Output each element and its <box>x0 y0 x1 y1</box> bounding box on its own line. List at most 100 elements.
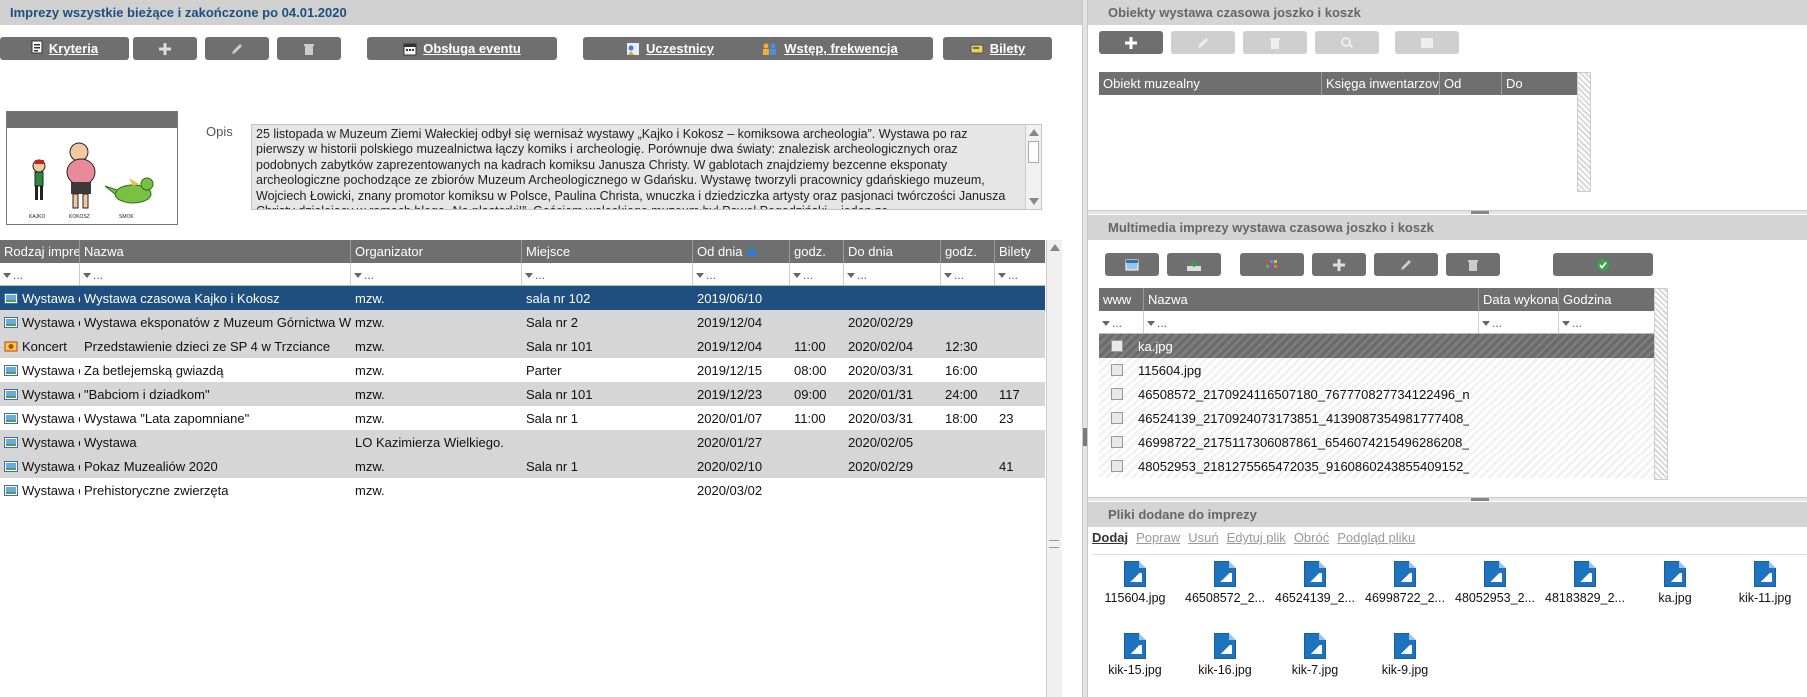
event-thumbnail[interactable]: KAJKO KOKOSZ SMOK <box>6 111 178 225</box>
entry-attendance-button[interactable]: Wstęp, frekwencja <box>727 37 933 60</box>
remove-file-link[interactable]: Usuń <box>1188 530 1218 545</box>
col-header-time-to[interactable]: godz. <box>941 240 995 263</box>
objects-scrollbar[interactable] <box>1577 72 1591 192</box>
table-row[interactable]: Wystawa c Wystawa czasowa Kajko i Kokosz m… <box>0 286 1045 310</box>
preview-object-button[interactable] <box>1315 31 1379 54</box>
edit-object-button[interactable] <box>1171 31 1235 54</box>
col-header-obj-from[interactable]: Od <box>1440 72 1502 95</box>
filter-organizer[interactable]: ... <box>351 263 522 285</box>
media-row[interactable]: ka.jpg <box>1099 334 1654 358</box>
multimedia-splitter[interactable] <box>1088 497 1807 501</box>
file-item[interactable]: kik-7.jpg <box>1272 633 1358 677</box>
www-checkbox[interactable] <box>1111 340 1123 352</box>
col-header-date[interactable]: Data wykona <box>1479 288 1559 311</box>
filter-time-from[interactable]: ... <box>790 263 844 285</box>
add-file-link[interactable]: Dodaj <box>1092 530 1128 545</box>
file-item[interactable]: kik-9.jpg <box>1362 633 1448 677</box>
table-row[interactable]: Wystawa c Prehistoryczne zwierzęta mzw. 202… <box>0 478 1045 502</box>
filter-time[interactable]: ... <box>1559 311 1654 333</box>
filter-to[interactable]: ... <box>844 263 941 285</box>
col-header-www[interactable]: www <box>1099 288 1144 311</box>
splitter-grip-icon[interactable] <box>1471 211 1489 214</box>
col-header-inventory[interactable]: Księga inwentarzov <box>1322 72 1440 95</box>
media-row[interactable]: 115604.jpg <box>1099 358 1654 382</box>
web-publish-button[interactable] <box>1105 253 1159 276</box>
add-object-button[interactable] <box>1099 31 1163 54</box>
edit-media-button[interactable] <box>1374 253 1438 276</box>
table-row[interactable]: Wystawa c "Babciom i dziadkom" mzw. Sala nr… <box>0 382 1045 406</box>
www-checkbox[interactable] <box>1111 364 1123 376</box>
multimedia-scrollbar[interactable] <box>1654 288 1668 480</box>
add-media-button[interactable] <box>1312 253 1366 276</box>
file-item[interactable]: 46508572_2... <box>1182 561 1268 605</box>
criteria-button[interactable]: Kryteria <box>0 37 129 60</box>
file-item[interactable]: kik-11.jpg <box>1722 561 1807 605</box>
filter-tickets[interactable]: ... <box>995 263 1045 285</box>
file-item[interactable]: 48052953_2... <box>1452 561 1538 605</box>
filter-type[interactable]: ... <box>0 263 80 285</box>
scroll-thumb[interactable] <box>1028 141 1039 163</box>
file-item[interactable]: 46998722_2... <box>1362 561 1448 605</box>
file-item[interactable]: 48183829_2... <box>1542 561 1628 605</box>
edit-file-link[interactable]: Edytuj plik <box>1227 530 1286 545</box>
table-row[interactable]: Wystawa c Wystawa LO Kazimierza Wielkiego.… <box>0 430 1045 454</box>
col-header-time[interactable]: Godzina <box>1559 288 1654 311</box>
col-header-media-name[interactable]: Nazwa <box>1144 288 1479 311</box>
scroll-grip-icon[interactable] <box>1049 540 1059 548</box>
tickets-button[interactable]: Bilety <box>943 37 1052 60</box>
media-row[interactable]: 46998722_2175117306087861_65460742154962… <box>1099 430 1654 454</box>
scroll-up-icon[interactable] <box>1029 129 1039 136</box>
table-row[interactable]: Wystawa c Wystawa "Lata zapomniane" mzw. Sa… <box>0 406 1045 430</box>
filter-time-to[interactable]: ... <box>941 263 995 285</box>
filter-date[interactable]: ... <box>1479 311 1559 333</box>
col-header-to[interactable]: Do dnia <box>844 240 941 263</box>
scroll-down-icon[interactable] <box>1029 198 1039 205</box>
table-row[interactable]: Wystawa c Wystawa eksponatów z Muzeum Gór… <box>0 310 1045 334</box>
file-item[interactable]: kik-16.jpg <box>1182 633 1268 677</box>
filter-www[interactable]: ... <box>1099 311 1144 333</box>
col-header-time-from[interactable]: godz. <box>790 240 844 263</box>
scroll-up-icon[interactable] <box>1050 244 1060 251</box>
col-header-type[interactable]: Rodzaj impre <box>0 240 80 263</box>
event-service-button[interactable]: Obsługa eventu <box>367 37 557 60</box>
col-header-obj-to[interactable]: Do <box>1502 72 1577 95</box>
grid-view-button[interactable] <box>1240 253 1304 276</box>
www-checkbox[interactable] <box>1111 412 1123 424</box>
col-header-tickets[interactable]: Bilety <box>995 240 1045 263</box>
filter-place[interactable]: ... <box>522 263 693 285</box>
filter-name[interactable]: ... <box>80 263 351 285</box>
col-header-place[interactable]: Miejsce <box>522 240 693 263</box>
file-item[interactable]: 115604.jpg <box>1092 561 1178 605</box>
filter-from[interactable]: ... <box>693 263 790 285</box>
download-button[interactable] <box>1167 253 1221 276</box>
file-item[interactable]: 46524139_2... <box>1272 561 1358 605</box>
confirm-media-button[interactable] <box>1553 253 1653 276</box>
delete-media-button[interactable] <box>1446 253 1500 276</box>
col-header-object[interactable]: Obiekt muzealny <box>1099 72 1322 95</box>
file-item[interactable]: ka.jpg <box>1632 561 1718 605</box>
table-row[interactable]: Wystawa c Pokaz Muzealiów 2020 mzw. Sala nr… <box>0 454 1045 478</box>
edit-event-button[interactable] <box>205 37 269 60</box>
delete-event-button[interactable] <box>277 37 341 60</box>
splitter-grip-icon[interactable] <box>1471 498 1489 501</box>
add-event-button[interactable] <box>133 37 197 60</box>
www-checkbox[interactable] <box>1111 436 1123 448</box>
col-header-name[interactable]: Nazwa <box>80 240 351 263</box>
delete-object-button[interactable] <box>1243 31 1307 54</box>
col-header-from[interactable]: Od dnia <box>693 240 790 263</box>
media-row[interactable]: 48052953_2181275565472035_91608602438554… <box>1099 454 1654 478</box>
media-row[interactable]: 46524139_2170924073173851_41390873549817… <box>1099 406 1654 430</box>
rotate-file-link[interactable]: Obróć <box>1294 530 1329 545</box>
media-row[interactable]: 46508572_2170924116507180_76777082773412… <box>1099 382 1654 406</box>
description-scrollbar[interactable] <box>1025 125 1041 209</box>
preview-file-link[interactable]: Podgląd pliku <box>1337 530 1415 545</box>
filter-media-name[interactable]: ... <box>1144 311 1479 333</box>
www-checkbox[interactable] <box>1111 388 1123 400</box>
table-row[interactable]: Wystawa c Za betlejemską gwiazdą mzw. Parte… <box>0 358 1045 382</box>
events-grid-scrollbar[interactable] <box>1046 240 1062 697</box>
table-row[interactable]: Koncert Przedstawienie dzieci ze SP 4 w T… <box>0 334 1045 358</box>
file-item[interactable]: kik-15.jpg <box>1092 633 1178 677</box>
object-card-button[interactable] <box>1395 31 1459 54</box>
splitter-grip-icon[interactable] <box>1083 428 1087 446</box>
objects-splitter[interactable] <box>1088 210 1807 214</box>
